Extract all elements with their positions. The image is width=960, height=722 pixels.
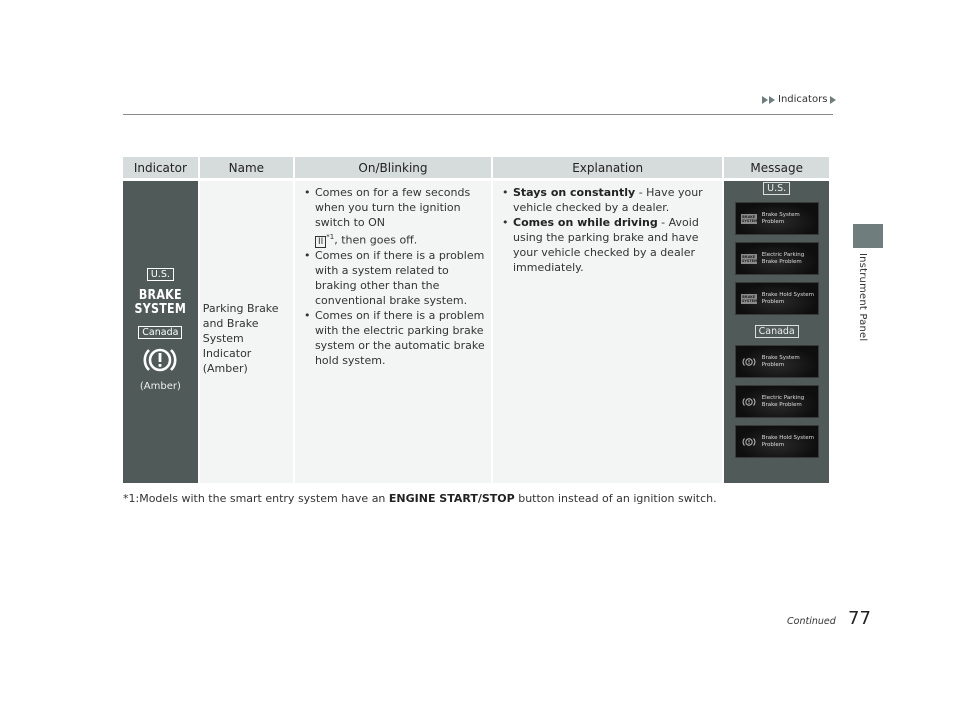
column-header-indicator: Indicator — [123, 157, 198, 181]
table-header-row: Indicator Name On/Blinking Explanation M… — [123, 157, 829, 181]
brake-warning-exclamation-icon — [143, 348, 177, 372]
engine-start-stop-label: ENGINE START/STOP — [388, 492, 515, 505]
column-header-explanation: Explanation — [493, 157, 723, 181]
message-display: BRAKE SYSTEM Brake Hold System Problem — [734, 282, 819, 315]
brake-system-icon: BRAKE SYSTEM — [740, 293, 758, 304]
page-number: 77 — [848, 608, 871, 629]
explanation-cell: Stays on constantly - Have your vehicle … — [493, 181, 723, 483]
message-display: BRAKE SYSTEM Brake System Problem — [734, 202, 819, 235]
table-row: U.S. BRAKE SYSTEM Canada (Amber) Parking… — [123, 181, 829, 483]
list-item: Comes on while driving - Avoid using the… — [501, 215, 716, 275]
message-text: Brake System Problem — [761, 211, 800, 225]
arrow-icon — [830, 95, 837, 104]
footnote: *1:Models with the smart entry system ha… — [123, 492, 717, 505]
message-text: Brake System Problem — [761, 354, 800, 368]
message-display: BRAKE SYSTEM Electric Parking Brake Prob… — [734, 242, 819, 275]
indicator-name: Parking Brake and Brake System Indicator… — [202, 302, 279, 375]
on-blinking-cell: Comes on for a few seconds when you turn… — [294, 181, 491, 483]
section-tab-marker — [853, 224, 883, 248]
brake-warning-exclamation-icon — [742, 437, 756, 446]
message-text: Brake Hold System Problem — [761, 291, 814, 305]
list-item: Stays on constantly - Have your vehicle … — [501, 185, 716, 215]
brake-system-icon: BRAKE SYSTEM — [740, 213, 758, 224]
column-header-name: Name — [199, 157, 293, 181]
us-tag: U.S. — [146, 268, 174, 281]
canada-tag: Canada — [754, 325, 799, 338]
brake-warning-exclamation-icon — [742, 397, 756, 406]
list-item: Comes on if there is a problem with a sy… — [303, 248, 485, 308]
message-text: Brake Hold System Problem — [761, 434, 814, 448]
message-display: Brake System Problem — [734, 345, 819, 378]
indicator-table: Indicator Name On/Blinking Explanation M… — [121, 157, 831, 483]
breadcrumb: Indicators — [762, 94, 837, 105]
list-item: Comes on if there is a problem with the … — [303, 308, 485, 368]
message-cell: U.S. BRAKE SYSTEM Brake System Problem B… — [724, 181, 829, 483]
canada-tag: Canada — [138, 326, 183, 339]
brake-icon-line2: SYSTEM — [134, 302, 187, 317]
amber-label: (Amber) — [139, 381, 181, 392]
section-side-label: Instrument Panel — [857, 253, 868, 342]
brake-icon-line1: BRAKE — [138, 288, 182, 303]
name-cell: Parking Brake and Brake System Indicator… — [199, 181, 293, 483]
us-tag: U.S. — [763, 182, 791, 195]
continued-label: Continued — [787, 616, 836, 627]
message-text: Electric Parking Brake Problem — [761, 394, 805, 408]
message-text: Electric Parking Brake Problem — [761, 251, 805, 265]
brake-warning-exclamation-icon — [742, 357, 756, 366]
breadcrumb-label: Indicators — [778, 94, 828, 105]
message-display: Brake Hold System Problem — [734, 425, 819, 458]
column-header-message: Message — [724, 157, 829, 181]
header-divider — [123, 114, 833, 115]
arrow-icon — [762, 95, 768, 104]
arrow-icon — [769, 95, 775, 104]
indicator-cell: U.S. BRAKE SYSTEM Canada (Amber) — [123, 181, 198, 483]
brake-system-icon: BRAKE SYSTEM — [135, 289, 187, 317]
column-header-on-blinking: On/Blinking — [294, 157, 491, 181]
brake-system-icon: BRAKE SYSTEM — [740, 253, 758, 264]
message-display: Electric Parking Brake Problem — [734, 385, 819, 418]
list-item: Comes on for a few seconds when you turn… — [303, 185, 485, 248]
ignition-position-key: II — [314, 235, 327, 248]
